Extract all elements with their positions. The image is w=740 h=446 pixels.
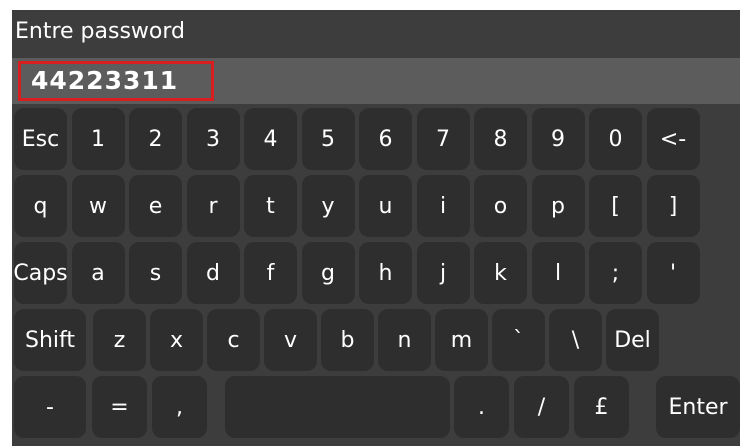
key-r[interactable]: r [186, 175, 240, 237]
key-l[interactable]: l [531, 242, 585, 304]
key-a[interactable]: a [71, 242, 125, 304]
keyboard-row-2: q w e r t y u i o p[] [12, 175, 740, 237]
key-x[interactable]: x [150, 309, 203, 371]
key-m[interactable]: m [435, 309, 488, 371]
key-comma[interactable]: , [152, 376, 207, 438]
key-6[interactable]: 6 [359, 108, 412, 170]
key-5[interactable]: 5 [301, 108, 355, 170]
keyboard-row-3: Caps a s d f g h j k l; ' [12, 242, 740, 304]
delete-key[interactable]: Del [606, 309, 659, 371]
key-c[interactable]: c [207, 309, 260, 371]
password-keyboard-dialog: Entre password 44223311 Esc 1 2 3 4 5 6 7 8 9 0 <- q… [12, 10, 740, 446]
key-y[interactable]: y [301, 175, 355, 237]
key-k[interactable]: k [474, 242, 527, 304]
key-semicolon[interactable]: ; [589, 242, 642, 304]
key-f[interactable]: f [244, 242, 297, 304]
key-3[interactable]: 3 [186, 108, 240, 170]
key-right-bracket[interactable]: ] [646, 175, 700, 237]
key-z[interactable]: z [93, 309, 146, 371]
key-4[interactable]: 4 [244, 108, 297, 170]
key-g[interactable]: g [301, 242, 355, 304]
password-field[interactable]: 44223311 [12, 58, 740, 104]
key-q[interactable]: q [14, 175, 67, 237]
enter-key[interactable]: Enter [656, 376, 740, 438]
on-screen-keyboard: Esc 1 2 3 4 5 6 7 8 9 0 <- q w e r t y u i o p[] Caps a s d f g h j k l… [12, 108, 740, 446]
key-backslash[interactable]: \ [549, 309, 602, 371]
keyboard-row-4: Shift z x c v b n m ` \ Del [12, 309, 740, 371]
key-p[interactable]: p [531, 175, 585, 237]
keyboard-row-5: - =,. / £ Enter [12, 376, 740, 438]
key-n[interactable]: n [378, 309, 431, 371]
key-slash[interactable]: / [514, 376, 569, 438]
password-value: 44223311 [18, 61, 214, 101]
key-o[interactable]: o [474, 175, 527, 237]
key-7[interactable]: 7 [416, 108, 470, 170]
key-u[interactable]: u [359, 175, 412, 237]
key-left-bracket[interactable]: [ [589, 175, 642, 237]
key-e[interactable]: e [129, 175, 182, 237]
esc-key[interactable]: Esc [14, 108, 67, 170]
prompt-title: Entre password [15, 19, 186, 44]
caps-key[interactable]: Caps [13, 242, 68, 304]
key-2[interactable]: 2 [129, 108, 182, 170]
key-h[interactable]: h [359, 242, 412, 304]
key-apostrophe[interactable]: ' [646, 242, 700, 304]
key-s[interactable]: s [129, 242, 182, 304]
key-v[interactable]: v [264, 309, 317, 371]
key-1[interactable]: 1 [71, 108, 125, 170]
keyboard-row-1: Esc 1 2 3 4 5 6 7 8 9 0 <- [12, 108, 740, 170]
key-pound[interactable]: £ [574, 376, 629, 438]
space-key[interactable] [225, 376, 450, 438]
key-d[interactable]: d [186, 242, 240, 304]
key-t[interactable]: t [244, 175, 297, 237]
shift-key[interactable]: Shift [14, 309, 86, 371]
backspace-key[interactable]: <- [646, 108, 700, 170]
key-j[interactable]: j [416, 242, 470, 304]
key-period[interactable]: . [454, 376, 509, 438]
key-0[interactable]: 0 [589, 108, 642, 170]
key-8[interactable]: 8 [474, 108, 527, 170]
key-i[interactable]: i [416, 175, 470, 237]
key-minus[interactable]: - [14, 376, 86, 438]
key-backtick[interactable]: ` [492, 309, 545, 371]
key-b[interactable]: b [321, 309, 374, 371]
key-9[interactable]: 9 [531, 108, 585, 170]
key-w[interactable]: w [71, 175, 125, 237]
key-equals[interactable]: = [92, 376, 147, 438]
